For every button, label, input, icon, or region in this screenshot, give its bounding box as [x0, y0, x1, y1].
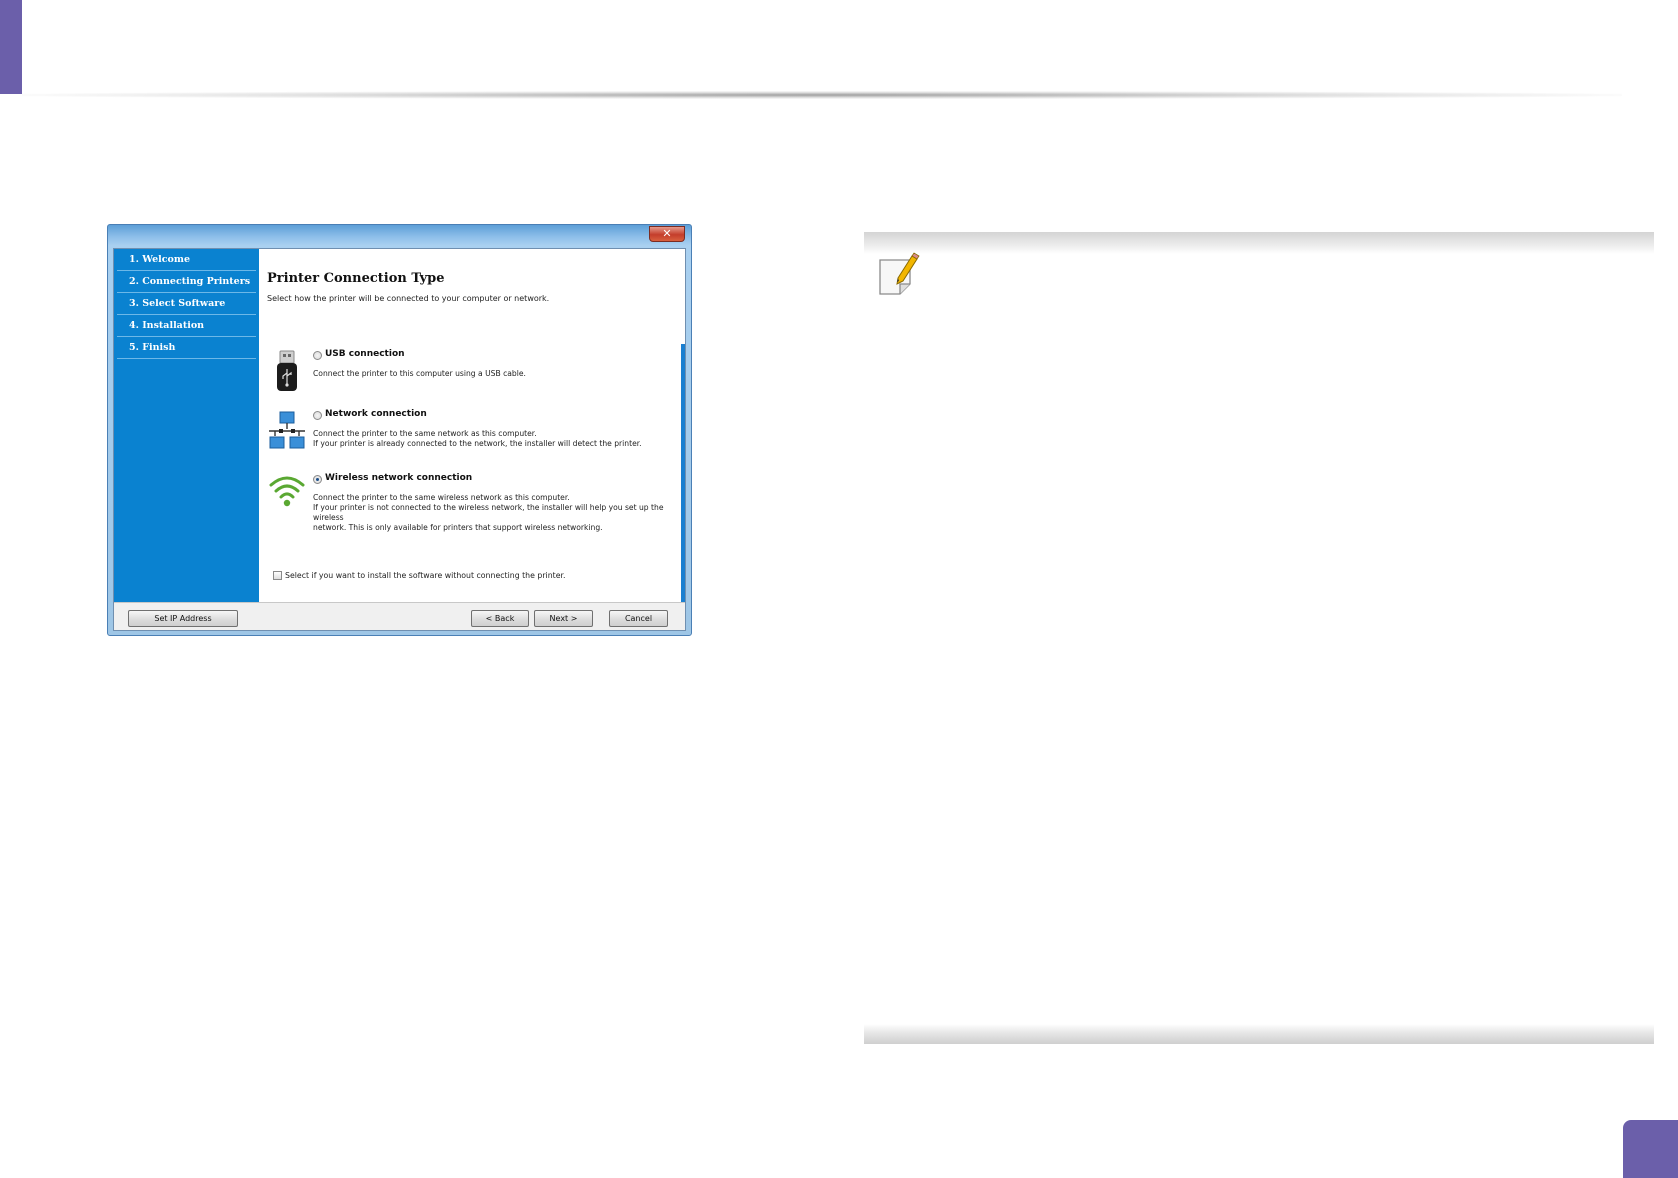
wireless-radio[interactable]: [313, 475, 322, 484]
network-description: Connect the printer to the same network …: [313, 429, 683, 449]
steps-sidebar: 1. Welcome 2. Connecting Printers 3. Sel…: [114, 249, 259, 602]
sidebar-item-installation: 4. Installation: [117, 315, 256, 337]
cancel-button[interactable]: Cancel: [609, 610, 668, 627]
installer-window: ✕ 1. Welcome 2. Connecting Printers 3. S…: [107, 224, 692, 636]
option-network[interactable]: Network connection Connect the printer t…: [267, 409, 679, 459]
network-desc-line: Connect the printer to the same network …: [313, 429, 537, 438]
next-button[interactable]: Next >: [534, 610, 593, 627]
skip-connection-label: Select if you want to install the softwa…: [285, 571, 566, 580]
wireless-description: Connect the printer to the same wireless…: [313, 493, 683, 533]
page-number-tab: [1623, 1120, 1678, 1178]
wireless-label: Wireless network connection: [325, 473, 473, 483]
network-label: Network connection: [325, 409, 427, 419]
wireless-desc-line: Connect the printer to the same wireless…: [313, 493, 570, 502]
wireless-desc-line: network. This is only available for prin…: [313, 523, 603, 532]
usb-description: Connect the printer to this computer usi…: [313, 369, 683, 379]
sidebar-item-connecting-printers: 2. Connecting Printers: [117, 271, 256, 293]
button-bar: Set IP Address < Back Next > Cancel: [114, 602, 685, 630]
usb-radio[interactable]: [313, 351, 322, 360]
wireless-desc-line: If your printer is not connected to the …: [313, 503, 664, 522]
usb-drive-icon: [277, 350, 297, 391]
skip-connection-checkbox[interactable]: [273, 571, 282, 580]
option-usb[interactable]: USB connection Connect the printer to th…: [267, 349, 679, 395]
set-ip-address-button[interactable]: Set IP Address: [128, 610, 238, 627]
title-bar: ✕: [108, 225, 691, 247]
network-desc-line: If your printer is already connected to …: [313, 439, 642, 448]
content-panel: Printer Connection Type Select how the p…: [259, 249, 685, 602]
sidebar-item-finish: 5. Finish: [117, 337, 256, 359]
wifi-icon: [269, 476, 305, 507]
usb-label: USB connection: [325, 349, 405, 359]
note-box-bottom-rule: [864, 1024, 1654, 1044]
page-title: Printer Connection Type: [267, 271, 445, 286]
usb-desc-line: Connect the printer to this computer usi…: [313, 369, 526, 378]
sidebar-item-welcome: 1. Welcome: [117, 249, 256, 271]
network-icon: [269, 411, 305, 449]
chapter-tab: [0, 0, 22, 94]
page-subtitle: Select how the printer will be connected…: [267, 294, 550, 303]
sidebar-item-select-software: 3. Select Software: [117, 293, 256, 315]
close-button[interactable]: ✕: [649, 226, 685, 242]
network-radio[interactable]: [313, 411, 322, 420]
scrollbar[interactable]: [681, 344, 685, 602]
note-box-top-rule: [864, 232, 1654, 254]
header-rule: [22, 91, 1622, 99]
manual-page: ✕ 1. Welcome 2. Connecting Printers 3. S…: [0, 0, 1678, 1178]
option-wireless[interactable]: Wireless network connection Connect the …: [267, 473, 679, 532]
back-button[interactable]: < Back: [471, 610, 529, 627]
note-pencil-icon: [879, 252, 920, 295]
window-client: 1. Welcome 2. Connecting Printers 3. Sel…: [113, 248, 686, 631]
